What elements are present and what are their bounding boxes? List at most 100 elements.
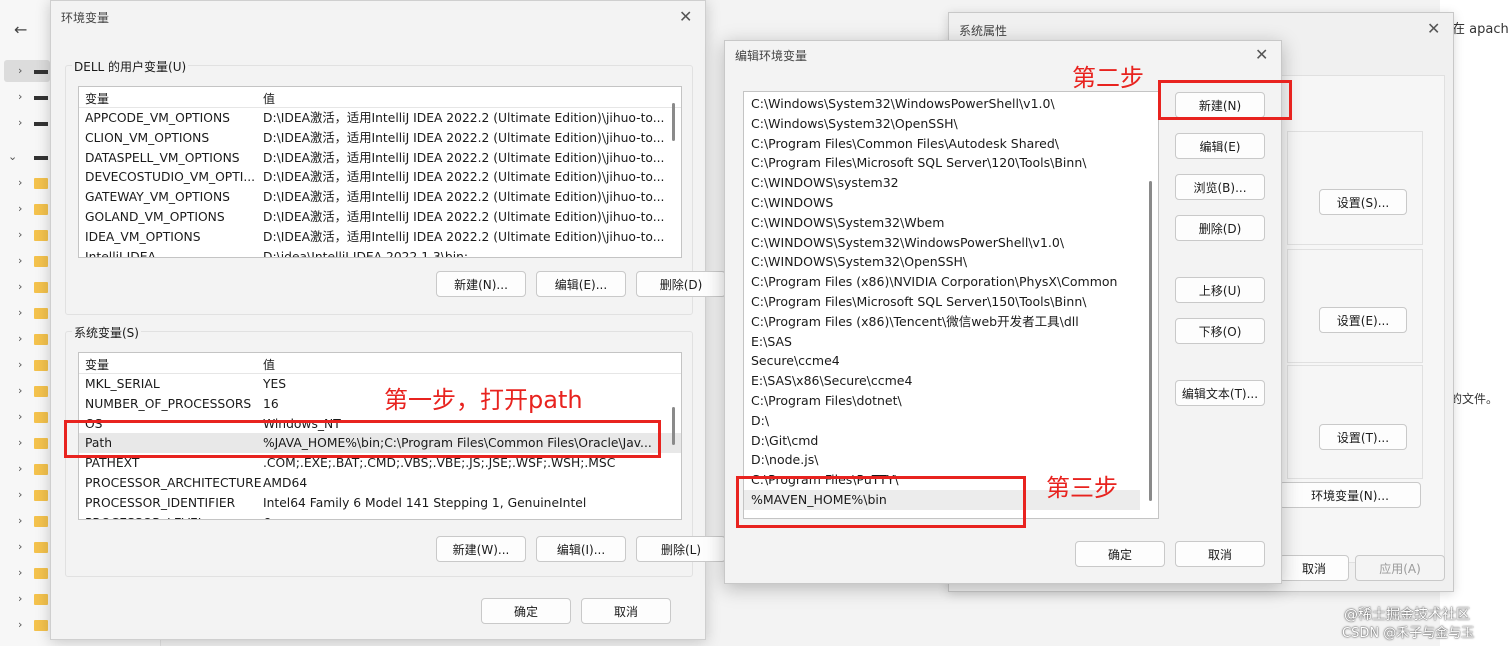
table-row[interactable]: IntelliJ IDEA D:\idea\IntelliJ IDEA 2022.…	[79, 247, 681, 257]
tree-item[interactable]: ›	[0, 512, 50, 532]
chevron-right-icon[interactable]: ›	[18, 462, 22, 475]
tree-item[interactable]: ›	[0, 226, 50, 246]
path-entry[interactable]: C:\Program Files (x86)\Tencent\微信web开发者工…	[744, 312, 1140, 332]
close-icon[interactable]: ✕	[1427, 19, 1440, 38]
edit-cancel-button[interactable]: 取消	[1175, 541, 1265, 567]
system-table-scrollbar[interactable]	[672, 407, 675, 445]
table-row[interactable]: CLION_VM_OPTIONS D:\IDEA激活，适用IntelliJ IDE…	[79, 128, 681, 148]
chevron-down-icon[interactable]: ⌄	[8, 150, 17, 163]
path-entry[interactable]: C:\Program Files\Microsoft SQL Server\15…	[744, 292, 1140, 312]
chevron-right-icon[interactable]: ›	[18, 280, 22, 293]
chevron-right-icon[interactable]: ›	[18, 540, 22, 553]
search-box-text[interactable]: 在 apach	[1452, 18, 1512, 42]
path-entry[interactable]: C:\WINDOWS\System32\Wbem	[744, 213, 1140, 233]
apply-button[interactable]: 应用(A)	[1355, 555, 1445, 581]
column-header-value[interactable]: 值	[263, 356, 675, 373]
table-row[interactable]: GOLAND_VM_OPTIONS D:\IDEA激活，适用IntelliJ ID…	[79, 207, 681, 227]
table-row[interactable]: MKL_SERIAL YES	[79, 374, 681, 394]
tree-item[interactable]: ⌄	[0, 148, 50, 168]
chevron-right-icon[interactable]: ›	[18, 410, 22, 423]
path-entry[interactable]: C:\WINDOWS	[744, 193, 1140, 213]
path-entry[interactable]: D:\	[744, 411, 1140, 431]
column-header-variable[interactable]: 变量	[85, 90, 109, 107]
path-entry[interactable]: C:\Program Files\dotnet\	[744, 391, 1140, 411]
path-entry[interactable]: C:\Windows\System32\OpenSSH\	[744, 114, 1140, 134]
tree-item[interactable]: ›	[0, 62, 50, 82]
env-ok-button[interactable]: 确定	[481, 598, 571, 624]
chevron-right-icon[interactable]: ›	[18, 618, 22, 631]
tree-item[interactable]: ›	[0, 382, 50, 402]
table-row[interactable]: PROCESSOR_IDENTIFIER Intel64 Family 6 Mod…	[79, 493, 681, 513]
tree-item[interactable]: ›	[0, 434, 50, 454]
tree-item[interactable]: ›	[0, 304, 50, 324]
table-row[interactable]: PROCESSOR_LEVEL 6	[79, 513, 681, 519]
close-icon[interactable]: ✕	[679, 7, 692, 26]
chevron-right-icon[interactable]: ›	[18, 566, 22, 579]
path-entry[interactable]: C:\Program Files\Microsoft SQL Server\12…	[744, 153, 1140, 173]
chevron-right-icon[interactable]: ›	[18, 358, 22, 371]
chevron-right-icon[interactable]: ›	[18, 514, 22, 527]
back-arrow-icon[interactable]: ←	[14, 20, 27, 39]
table-row[interactable]: NUMBER_OF_PROCESSORS 16	[79, 394, 681, 414]
chevron-right-icon[interactable]: ›	[18, 90, 22, 103]
path-entry[interactable]: C:\WINDOWS\System32\WindowsPowerShell\v1…	[744, 233, 1140, 253]
path-entry[interactable]: E:\SAS\x86\Secure\ccme4	[744, 371, 1140, 391]
chevron-right-icon[interactable]: ›	[18, 116, 22, 129]
user-new-button[interactable]: 新建(N)...	[436, 271, 526, 297]
tree-item[interactable]: ›	[0, 114, 50, 134]
sysprops-cancel-button[interactable]: 取消	[1279, 555, 1349, 581]
tree-item[interactable]: ›	[0, 616, 50, 636]
table-row[interactable]: DATASPELL_VM_OPTIONS D:\IDEA激活，适用IntelliJ…	[79, 148, 681, 168]
system-delete-button[interactable]: 删除(L)	[636, 536, 726, 562]
tree-item[interactable]: ›	[0, 538, 50, 558]
path-entry[interactable]: D:\Git\cmd	[744, 431, 1140, 451]
chevron-right-icon[interactable]: ›	[18, 488, 22, 501]
chevron-right-icon[interactable]: ›	[18, 64, 22, 77]
tree-item[interactable]: ›	[0, 356, 50, 376]
chevron-right-icon[interactable]: ›	[18, 202, 22, 215]
column-header-value[interactable]: 值	[263, 90, 675, 107]
chevron-right-icon[interactable]: ›	[18, 436, 22, 449]
close-icon[interactable]: ✕	[1255, 45, 1268, 64]
path-list[interactable]: C:\Windows\System32\WindowsPowerShell\v1…	[743, 91, 1159, 519]
tree-item[interactable]: ›	[0, 88, 50, 108]
tree-item[interactable]: ›	[0, 330, 50, 350]
tree-item[interactable]: ›	[0, 252, 50, 272]
user-delete-button[interactable]: 删除(D)	[636, 271, 726, 297]
path-browse-button[interactable]: 浏览(B)...	[1175, 174, 1265, 200]
tree-item[interactable]: ›	[0, 200, 50, 220]
path-entry[interactable]: C:\Program Files\Common Files\Autodesk S…	[744, 134, 1140, 154]
path-move-up-button[interactable]: 上移(U)	[1175, 277, 1265, 303]
tree-item[interactable]: ›	[0, 278, 50, 298]
system-new-button[interactable]: 新建(W)...	[436, 536, 526, 562]
chevron-right-icon[interactable]: ›	[18, 592, 22, 605]
environment-variables-button[interactable]: 环境变量(N)...	[1279, 482, 1421, 508]
tree-item[interactable]: ›	[0, 486, 50, 506]
chevron-right-icon[interactable]: ›	[18, 384, 22, 397]
path-entry[interactable]: C:\WINDOWS\system32	[744, 173, 1140, 193]
system-edit-button[interactable]: 编辑(I)...	[536, 536, 626, 562]
edit-ok-button[interactable]: 确定	[1075, 541, 1165, 567]
tree-item[interactable]: ›	[0, 564, 50, 584]
path-edit-button[interactable]: 编辑(E)	[1175, 133, 1265, 159]
chevron-right-icon[interactable]: ›	[18, 332, 22, 345]
path-move-down-button[interactable]: 下移(O)	[1175, 318, 1265, 344]
tree-item[interactable]: ›	[0, 460, 50, 480]
path-entry[interactable]: C:\Program Files (x86)\NVIDIA Corporatio…	[744, 272, 1140, 292]
user-edit-button[interactable]: 编辑(E)...	[536, 271, 626, 297]
table-row[interactable]: APPCODE_VM_OPTIONS D:\IDEA激活，适用IntelliJ I…	[79, 108, 681, 128]
tree-item[interactable]: ›	[0, 408, 50, 428]
table-row[interactable]: DEVECOSTUDIO_VM_OPTI... D:\IDEA激活，适用Intel…	[79, 167, 681, 187]
table-row[interactable]: IDEA_VM_OPTIONS D:\IDEA激活，适用IntelliJ IDEA…	[79, 227, 681, 247]
chevron-right-icon[interactable]: ›	[18, 228, 22, 241]
chevron-right-icon[interactable]: ›	[18, 306, 22, 319]
path-entry[interactable]: C:\Windows\System32\WindowsPowerShell\v1…	[744, 94, 1140, 114]
column-header-variable[interactable]: 变量	[85, 356, 109, 373]
table-row[interactable]: GATEWAY_VM_OPTIONS D:\IDEA激活，适用IntelliJ I…	[79, 187, 681, 207]
path-entry[interactable]: E:\SAS	[744, 332, 1140, 352]
path-list-scrollbar[interactable]	[1149, 181, 1152, 501]
path-entry[interactable]: Secure\ccme4	[744, 351, 1140, 371]
tree-item[interactable]: ›	[0, 174, 50, 194]
tree-item[interactable]: ›	[0, 590, 50, 610]
env-cancel-button[interactable]: 取消	[581, 598, 671, 624]
